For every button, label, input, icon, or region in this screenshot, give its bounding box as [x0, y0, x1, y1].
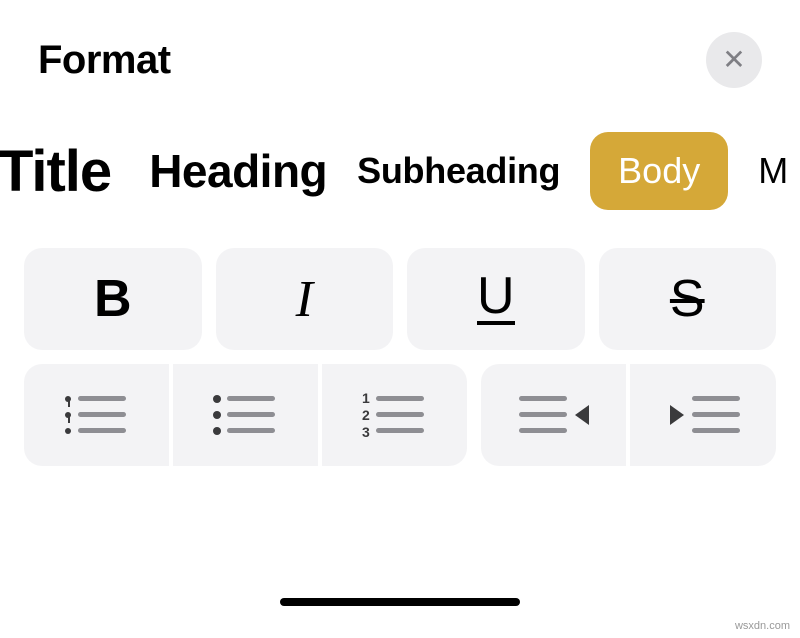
svg-text:2: 2	[362, 407, 370, 423]
strikethrough-button[interactable]: S	[599, 248, 777, 350]
panel-header: Format ✕	[0, 0, 800, 108]
numbered-list-icon: 1 2 3	[358, 391, 430, 439]
watermark: wsxdn.com	[735, 620, 790, 632]
increase-indent-icon	[662, 391, 744, 439]
italic-button[interactable]: I	[216, 248, 394, 350]
style-title[interactable]: Title	[0, 138, 111, 205]
italic-icon: I	[296, 270, 313, 329]
text-format-row: B I U S	[0, 234, 800, 350]
dashed-list-icon	[60, 391, 132, 439]
increase-indent-button[interactable]	[630, 364, 776, 466]
decrease-indent-button[interactable]	[481, 364, 627, 466]
numbered-list-button[interactable]: 1 2 3	[322, 364, 467, 466]
bold-icon: B	[94, 269, 132, 329]
bulleted-list-button[interactable]	[173, 364, 318, 466]
underline-icon: U	[477, 273, 515, 326]
format-panel: Format ✕ Title Heading Subheading Body M…	[0, 0, 800, 638]
dashed-list-button[interactable]	[24, 364, 169, 466]
svg-text:3: 3	[362, 424, 370, 439]
close-button[interactable]: ✕	[706, 32, 762, 88]
style-monospaced[interactable]: M	[758, 150, 788, 192]
indent-group	[481, 364, 776, 466]
panel-title: Format	[38, 38, 171, 83]
svg-text:1: 1	[362, 391, 370, 406]
home-indicator[interactable]	[280, 598, 520, 606]
underline-button[interactable]: U	[407, 248, 585, 350]
paragraph-style-row: Title Heading Subheading Body M	[0, 108, 800, 234]
close-icon: ✕	[722, 46, 745, 74]
bulleted-list-icon	[209, 391, 281, 439]
list-indent-row: 1 2 3	[0, 350, 800, 466]
list-style-group: 1 2 3	[24, 364, 467, 466]
style-subheading[interactable]: Subheading	[357, 150, 560, 192]
bold-button[interactable]: B	[24, 248, 202, 350]
style-body-selected[interactable]: Body	[590, 132, 728, 210]
strikethrough-icon: S	[670, 269, 705, 329]
style-heading[interactable]: Heading	[141, 144, 327, 198]
decrease-indent-icon	[513, 391, 595, 439]
